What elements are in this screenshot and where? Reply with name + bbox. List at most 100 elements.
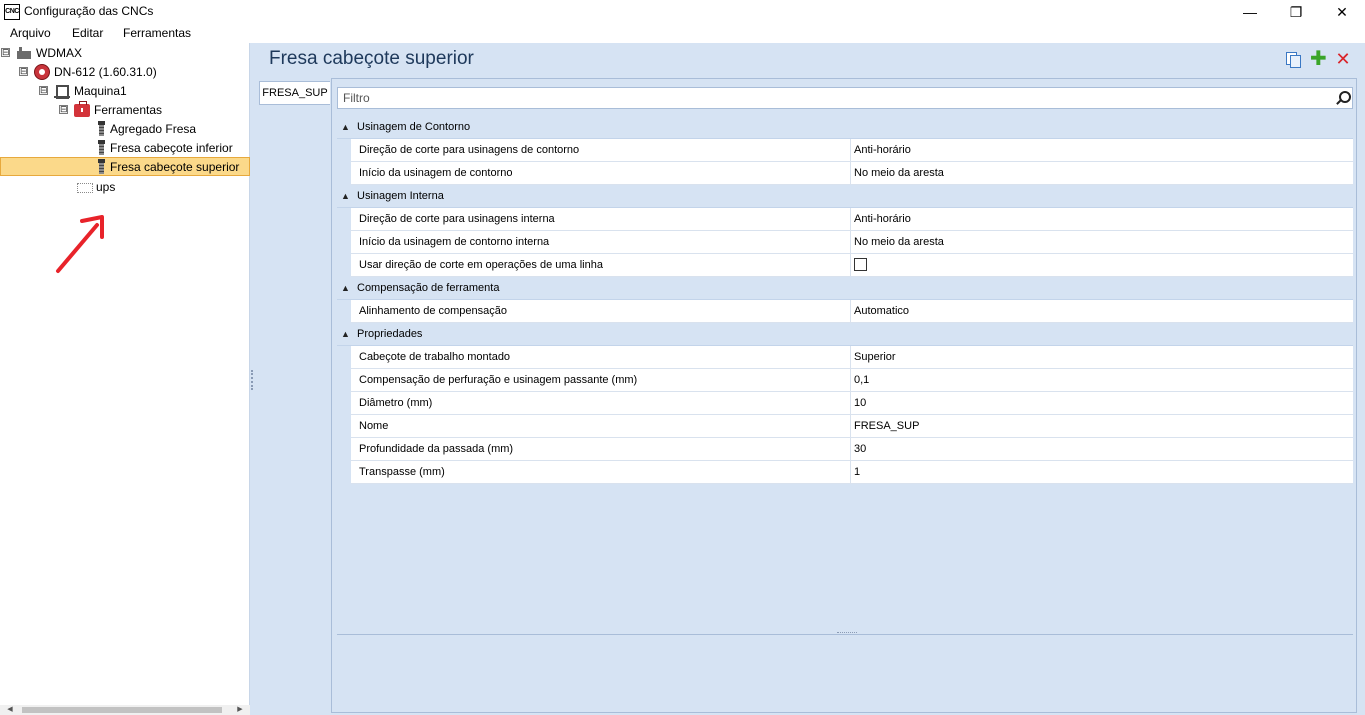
collapse-chevron-icon[interactable]: ▲ xyxy=(341,329,357,339)
row-gutter xyxy=(337,392,351,415)
tree-label: Agregado Fresa xyxy=(110,121,197,136)
collapse-toggle[interactable]: ⊟ xyxy=(19,67,28,76)
tree-node-tool[interactable]: Fresa cabeçote inferior xyxy=(96,138,233,157)
add-icon[interactable]: ✚ xyxy=(1310,49,1327,69)
property-row[interactable]: Alinhamento de compensação Automatico xyxy=(337,300,1353,323)
property-checkbox[interactable] xyxy=(854,258,867,271)
maximize-button[interactable]: ❐ xyxy=(1273,0,1319,24)
menu-ferramentas[interactable]: Ferramentas xyxy=(123,26,191,40)
title-bar: CNC Configuração das CNCs — ❐ ✕ xyxy=(0,0,1365,24)
property-name: Compensação de perfuração e usinagem pas… xyxy=(351,369,851,392)
property-value[interactable]: 30 xyxy=(851,438,1353,461)
tree-label: WDMAX xyxy=(36,45,82,60)
tree-label: Fresa cabeçote inferior xyxy=(110,140,233,155)
row-gutter xyxy=(337,208,351,231)
property-category[interactable]: ▲ Usinagem de Contorno xyxy=(337,116,1353,139)
property-value[interactable]: Anti-horário xyxy=(851,139,1353,162)
toolbox-icon xyxy=(74,101,90,117)
tab-fresa-sup[interactable]: FRESA_SUP xyxy=(259,81,330,105)
property-value[interactable]: FRESA_SUP xyxy=(851,415,1353,438)
property-name: Cabeçote de trabalho montado xyxy=(351,346,851,369)
property-value[interactable]: Superior xyxy=(851,346,1353,369)
property-row[interactable]: Compensação de perfuração e usinagem pas… xyxy=(337,369,1353,392)
property-row[interactable]: Profundidade da passada (mm) 30 xyxy=(337,438,1353,461)
property-row[interactable]: Transpasse (mm) 1 xyxy=(337,461,1353,484)
property-name: Início da usinagem de contorno xyxy=(351,162,851,185)
property-name: Transpasse (mm) xyxy=(351,461,851,484)
scroll-left-icon[interactable]: ◀ xyxy=(4,705,16,715)
tree-node-groups[interactable]: ups xyxy=(76,177,115,196)
property-description-area xyxy=(337,632,1353,711)
collapse-toggle[interactable]: ⊟ xyxy=(39,86,48,95)
property-value[interactable]: 10 xyxy=(851,392,1353,415)
tree-node-tool[interactable]: Agregado Fresa xyxy=(96,119,196,138)
property-category[interactable]: ▲ Propriedades xyxy=(337,323,1353,346)
property-row[interactable]: Usar direção de corte em operações de um… xyxy=(337,254,1353,277)
property-name: Diâmetro (mm) xyxy=(351,392,851,415)
mill-tool-icon xyxy=(96,158,106,175)
menu-bar: Arquivo Editar Ferramentas xyxy=(0,24,1365,43)
mill-tool-icon xyxy=(96,120,106,137)
property-row[interactable]: Cabeçote de trabalho montado Superior xyxy=(337,346,1353,369)
row-gutter xyxy=(337,346,351,369)
tree-node-tool-selected[interactable]: Fresa cabeçote superior xyxy=(0,157,250,176)
row-gutter xyxy=(337,369,351,392)
collapse-chevron-icon[interactable]: ▲ xyxy=(341,283,357,293)
search-icon[interactable] xyxy=(1335,90,1351,106)
row-gutter xyxy=(337,461,351,484)
property-row[interactable]: Direção de corte para usinagens de conto… xyxy=(337,139,1353,162)
collapse-chevron-icon[interactable]: ▲ xyxy=(341,122,357,132)
property-value[interactable]: 1 xyxy=(851,461,1353,484)
description-splitter-grip[interactable] xyxy=(837,632,857,635)
tree-label: Maquina1 xyxy=(74,83,127,98)
property-name: Direção de corte para usinagens interna xyxy=(351,208,851,231)
collapse-chevron-icon[interactable]: ▲ xyxy=(341,191,357,201)
category-label: Usinagem Interna xyxy=(357,190,444,202)
property-value[interactable]: 0,1 xyxy=(851,369,1353,392)
tree-label: Fresa cabeçote superior xyxy=(110,159,240,174)
tool-detail-panel: Fresa cabeçote superior ✚ ✕ FRESA_SUP ▲ … xyxy=(254,43,1365,715)
tree-node-machine[interactable]: ⊟ Maquina1 xyxy=(39,81,127,100)
property-row[interactable]: Nome FRESA_SUP xyxy=(337,415,1353,438)
filter-input[interactable] xyxy=(338,88,1328,108)
category-label: Usinagem de Contorno xyxy=(357,121,471,133)
row-gutter xyxy=(337,438,351,461)
property-name: Profundidade da passada (mm) xyxy=(351,438,851,461)
property-row[interactable]: Início da usinagem de contorno No meio da… xyxy=(337,162,1353,185)
row-gutter xyxy=(337,139,351,162)
property-value-checkbox-cell[interactable] xyxy=(851,254,1353,277)
filter-box xyxy=(337,87,1353,109)
property-content: ▲Usinagem de ContornoDireção de corte pa… xyxy=(331,78,1357,713)
property-category[interactable]: ▲ Usinagem Interna xyxy=(337,185,1353,208)
property-row[interactable]: Início da usinagem de contorno interna No… xyxy=(337,231,1353,254)
close-button[interactable]: ✕ xyxy=(1319,0,1365,24)
tree-label: Ferramentas xyxy=(94,102,163,117)
property-row[interactable]: Diâmetro (mm) 10 xyxy=(337,392,1353,415)
tree-label: ups xyxy=(96,179,116,194)
collapse-toggle[interactable]: ⊟ xyxy=(1,48,10,57)
menu-arquivo[interactable]: Arquivo xyxy=(10,26,51,40)
tree-node-cnc[interactable]: ⊟ DN-612 (1.60.31.0) xyxy=(19,62,157,81)
property-value[interactable]: Automatico xyxy=(851,300,1353,323)
collapse-toggle[interactable]: ⊟ xyxy=(59,105,68,114)
delete-icon[interactable]: ✕ xyxy=(1335,50,1351,68)
property-value[interactable]: Anti-horário xyxy=(851,208,1353,231)
splitter-grip[interactable] xyxy=(251,370,253,390)
menu-editar[interactable]: Editar xyxy=(72,26,103,40)
property-name: Direção de corte para usinagens de conto… xyxy=(351,139,851,162)
property-category[interactable]: ▲ Compensação de ferramenta xyxy=(337,277,1353,300)
scrollbar-thumb[interactable] xyxy=(22,707,222,713)
property-name: Alinhamento de compensação xyxy=(351,300,851,323)
property-row[interactable]: Direção de corte para usinagens interna A… xyxy=(337,208,1353,231)
factory-icon xyxy=(16,44,32,61)
side-tab-strip: FRESA_SUP ▲ ▼ xyxy=(254,78,331,715)
scroll-right-icon[interactable]: ▶ xyxy=(234,705,246,715)
property-value[interactable]: No meio da aresta xyxy=(851,162,1353,185)
tree-horizontal-scrollbar[interactable]: ◀ ▶ xyxy=(0,705,250,715)
minimize-button[interactable]: — xyxy=(1227,0,1273,24)
property-value[interactable]: No meio da aresta xyxy=(851,231,1353,254)
tree-label: DN-612 (1.60.31.0) xyxy=(54,64,157,79)
copy-icon[interactable] xyxy=(1285,51,1301,68)
tree-node-wdmax[interactable]: ⊟ WDMAX xyxy=(1,43,82,62)
tree-node-tools-folder[interactable]: ⊟ Ferramentas xyxy=(59,100,162,119)
